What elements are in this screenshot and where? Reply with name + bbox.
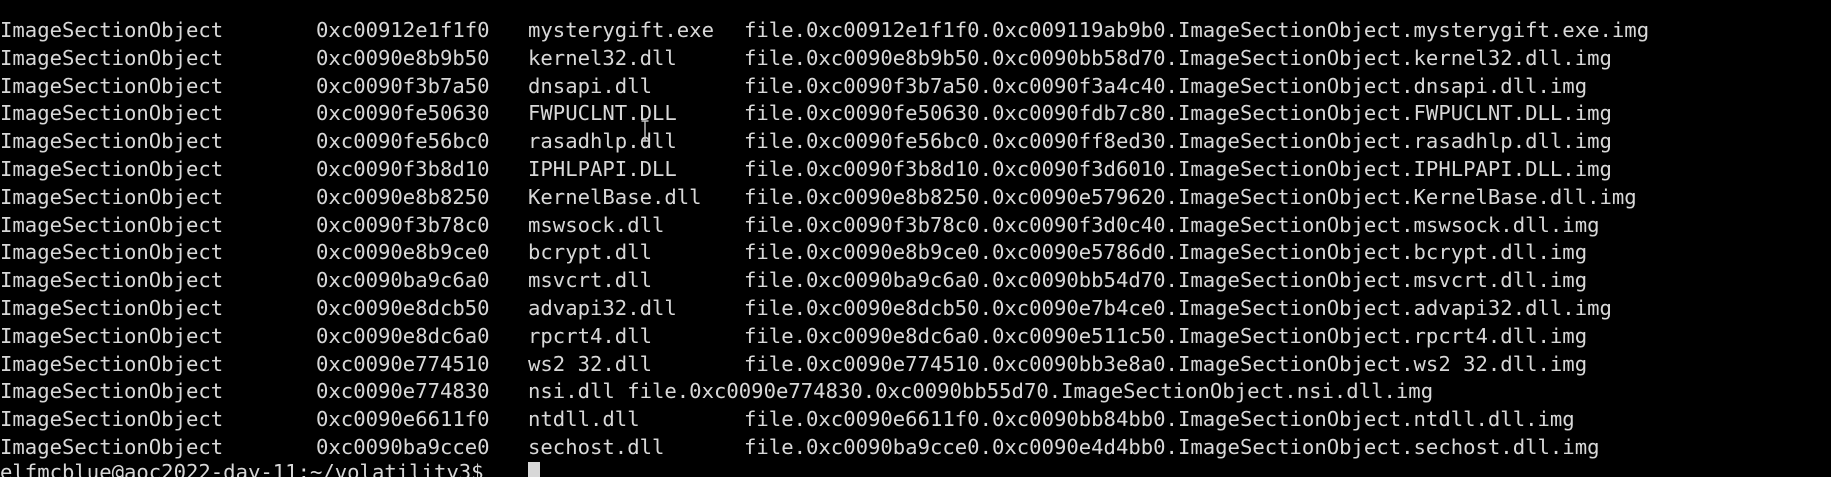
dump-file-name: file.0xc0090ba9c6a0.0xc0090bb54d70.Image… [744, 268, 1588, 293]
module-name: nsi.dll file.0xc0090e774830.0xc0090bb55d… [528, 379, 1434, 404]
module-name: bcrypt.dll [528, 240, 652, 265]
module-name: mysterygift.exe [528, 18, 714, 42]
section-type: ImageSectionObject [0, 184, 224, 209]
dump-file-name: file.0xc0090f3b78c0.0xc0090f3d0c40.Image… [744, 212, 1600, 237]
section-type: ImageSectionObject [0, 45, 224, 70]
dump-file-name: file.0xc0090f3b7a50.0xc0090f3a4c40.Image… [744, 73, 1588, 98]
module-name: IPHLPAPI.DLL [528, 156, 677, 181]
section-type: ImageSectionObject [0, 240, 224, 265]
section-type: ImageSectionObject [0, 407, 224, 432]
offset-value: 0xc0090e774830 [316, 379, 490, 404]
section-type: ImageSectionObject [0, 212, 224, 237]
module-name: rasadhlp.dll [528, 129, 677, 154]
offset-value: 0xc0090e8dcb50 [316, 295, 490, 320]
dump-file-name: file.0xc0090ba9cce0.0xc0090e4d4bb0.Image… [744, 434, 1600, 459]
dump-file-name: file.0xc0090e8b9ce0.0xc0090e5786d0.Image… [744, 240, 1588, 265]
section-type: ImageSectionObject [0, 295, 224, 320]
dump-file-name: file.0xc00912e1f1f0.0xc009119ab9b0.Image… [744, 18, 1650, 42]
block-cursor [528, 462, 540, 477]
module-name: advapi32.dll [528, 295, 677, 320]
module-name: mswsock.dll [528, 212, 665, 237]
offset-value: 0xc0090ba9c6a0 [316, 268, 490, 293]
offset-value: 0xc0090e8dc6a0 [316, 323, 490, 348]
shell-prompt[interactable]: elfmcblue@aoc2022-day-11:~/volatility3$ [0, 459, 496, 477]
section-type: ImageSectionObject [0, 323, 224, 348]
offset-value: 0xc0090e8b9ce0 [316, 240, 490, 265]
dump-file-name: file.0xc0090e8b8250.0xc0090e579620.Image… [744, 184, 1637, 209]
module-name: ntdll.dll [528, 407, 640, 432]
offset-value: 0xc00912e1f1f0 [316, 18, 490, 42]
dump-file-name: file.0xc0090e8b9b50.0xc0090bb58d70.Image… [744, 45, 1612, 70]
dump-file-name: file.0xc0090e774510.0xc0090bb3e8a0.Image… [744, 351, 1588, 376]
dump-file-name: file.0xc0090f3b8d10.0xc0090f3d6010.Image… [744, 156, 1612, 181]
dump-file-name: file.0xc0090e8dc6a0.0xc0090e511c50.Image… [744, 323, 1588, 348]
module-name: dnsapi.dll [528, 73, 652, 98]
module-name: KernelBase.dll [528, 184, 702, 209]
dump-file-name: file.0xc0090fe50630.0xc0090fdb7c80.Image… [744, 101, 1612, 126]
section-type: ImageSectionObject [0, 268, 224, 293]
offset-value: 0xc0090f3b78c0 [316, 212, 490, 237]
section-type: ImageSectionObject [0, 101, 224, 126]
text-cursor-icon [641, 120, 649, 142]
module-name: sechost.dll [528, 434, 665, 459]
section-type: ImageSectionObject [0, 351, 224, 376]
terminal-window[interactable]: ImageSectionObject 0xc00912e1f1f0 mysteryg… [0, 0, 1831, 477]
dump-file-name: file.0xc0090e6611f0.0xc0090bb84bb0.Image… [744, 407, 1575, 432]
offset-value: 0xc0090e6611f0 [316, 407, 490, 432]
dump-file-name: file.0xc0090fe56bc0.0xc0090ff8ed30.Image… [744, 129, 1612, 154]
module-name: ws2 32.dll [528, 351, 652, 376]
offset-value: 0xc0090e774510 [316, 351, 490, 376]
module-name: rpcrt4.dll [528, 323, 652, 348]
section-type: ImageSectionObject [0, 379, 224, 404]
section-type: ImageSectionObject [0, 73, 224, 98]
offset-value: 0xc0090ba9cce0 [316, 434, 490, 459]
offset-value: 0xc0090fe50630 [316, 101, 490, 126]
offset-value: 0xc0090f3b8d10 [316, 156, 490, 181]
offset-value: 0xc0090e8b9b50 [316, 45, 490, 70]
offset-value: 0xc0090e8b8250 [316, 184, 490, 209]
module-name: FWPUCLNT.DLL [528, 101, 677, 126]
section-type: ImageSectionObject [0, 18, 224, 42]
section-type: ImageSectionObject [0, 156, 224, 181]
module-name: kernel32.dll [528, 45, 677, 70]
section-type: ImageSectionObject [0, 434, 224, 459]
section-type: ImageSectionObject [0, 129, 224, 154]
module-name: msvcrt.dll [528, 268, 652, 293]
dump-file-name: file.0xc0090e8dcb50.0xc0090e7b4ce0.Image… [744, 295, 1612, 320]
offset-value: 0xc0090fe56bc0 [316, 129, 490, 154]
offset-value: 0xc0090f3b7a50 [316, 73, 490, 98]
